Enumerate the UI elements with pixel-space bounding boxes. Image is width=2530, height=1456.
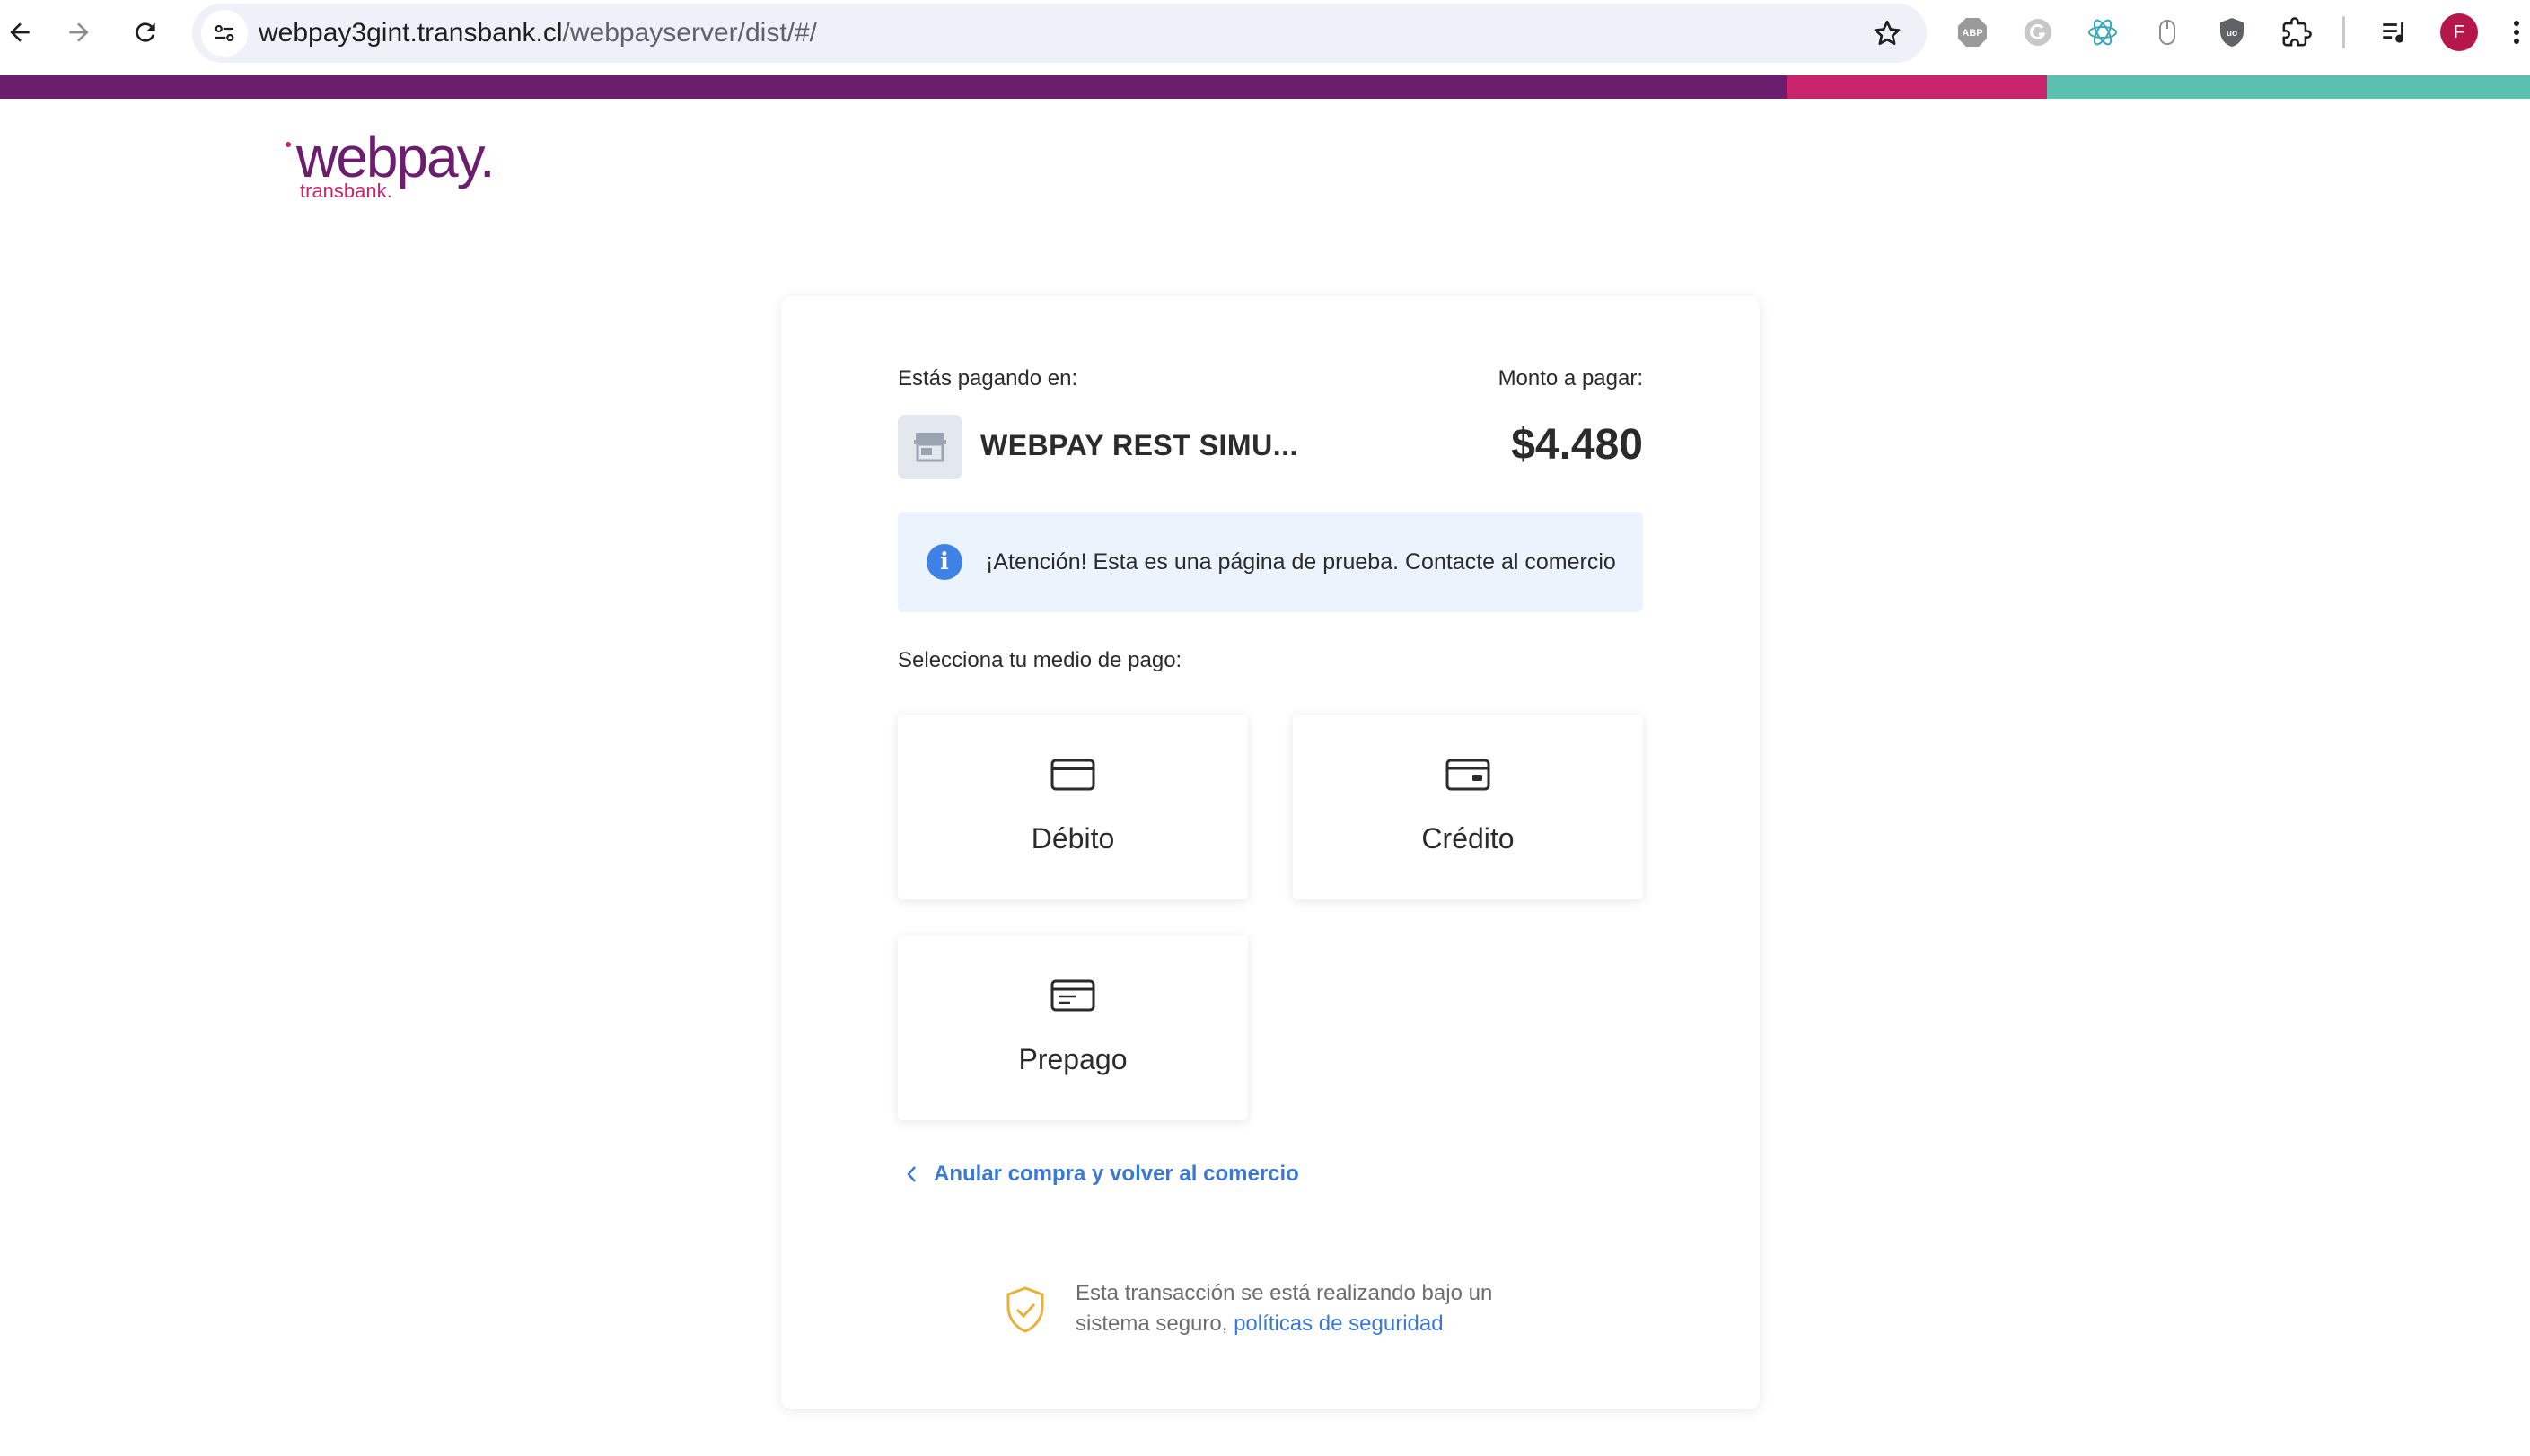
url-text: webpay3gint.transbank.cl/webpayserver/di… — [259, 18, 817, 48]
reload-icon — [136, 22, 155, 42]
back-button[interactable] — [0, 13, 40, 52]
logo-dot — [286, 142, 291, 147]
url-path: /webpayserver/dist/#/ — [562, 18, 818, 48]
alert-text: ¡Atención! Esta es una página de prueba.… — [986, 549, 1616, 575]
select-method-label: Selecciona tu medio de pago: — [898, 648, 1182, 672]
media-queue-icon[interactable] — [2376, 14, 2412, 50]
test-page-alert: i ¡Atención! Esta es una página de prueb… — [898, 512, 1643, 612]
prepaid-card-icon — [1050, 979, 1095, 1012]
browser-toolbar: webpay3gint.transbank.cl/webpayserver/di… — [0, 0, 2530, 75]
url-host: webpay3gint.transbank.cl — [259, 18, 563, 48]
webpay-logo: webpay. transbank. — [286, 126, 496, 206]
payment-option-label: Prepago — [1018, 1043, 1128, 1075]
security-policy-link[interactable]: políticas de seguridad — [1234, 1311, 1443, 1336]
arrow-left-icon — [10, 22, 30, 42]
arrow-right-icon — [69, 22, 89, 42]
payment-option-prepago[interactable]: Prepago — [898, 935, 1248, 1120]
mouse-icon[interactable] — [2149, 14, 2185, 50]
menu-kebab-icon[interactable] — [2503, 14, 2530, 50]
chevron-left-icon — [907, 1166, 916, 1182]
amount-value: $4.480 — [1511, 421, 1643, 469]
atom-icon[interactable] — [2085, 14, 2121, 50]
info-icon: i — [927, 544, 962, 580]
security-text: Esta transacción se está realizando bajo… — [1076, 1278, 1492, 1339]
forward-button[interactable] — [59, 13, 99, 52]
payment-option-credito[interactable]: Crédito — [1293, 715, 1643, 899]
payment-option-label: Débito — [1031, 822, 1115, 855]
store-icon — [898, 415, 962, 479]
security-text-line1: Esta transacción se está realizando bajo… — [1076, 1281, 1493, 1305]
reload-button[interactable] — [126, 13, 165, 52]
brand-band-pink — [1787, 75, 2047, 99]
bookmark-star-icon[interactable] — [1871, 17, 1903, 49]
logo-subtitle: transbank. — [300, 180, 392, 202]
shield-check-icon — [1006, 1286, 1044, 1333]
amount-label: Monto a pagar: — [1498, 366, 1643, 390]
abp-label: ABP — [1962, 28, 1982, 39]
ublock-icon[interactable]: uo — [2214, 14, 2250, 50]
debit-card-icon — [1050, 759, 1095, 791]
credit-card-icon — [1445, 759, 1490, 791]
svg-text:uo: uo — [2227, 29, 2237, 39]
merchant-name: WEBPAY REST SIMU... — [980, 429, 1298, 461]
paying-label: Estás pagando en: — [898, 366, 1078, 390]
payment-card: Estás pagando en: Monto a pagar: WEBPAY … — [781, 296, 1760, 1409]
address-bar[interactable]: webpay3gint.transbank.cl/webpayserver/di… — [192, 4, 1927, 63]
site-info-button[interactable] — [201, 10, 248, 57]
brand-band-teal — [2047, 75, 2530, 99]
profile-avatar[interactable]: F — [2440, 13, 2478, 51]
toolbar-divider — [2342, 16, 2345, 48]
security-notice: Esta transacción se está realizando bajo… — [1004, 1278, 1560, 1350]
payment-option-debito[interactable]: Débito — [898, 715, 1248, 899]
brand-band-purple — [0, 75, 1787, 99]
security-text-line2: sistema seguro, — [1076, 1311, 1228, 1336]
puzzle-extensions-icon[interactable] — [2279, 14, 2315, 50]
tune-icon — [215, 24, 234, 42]
grammar-icon[interactable] — [2020, 14, 2056, 50]
adblock-plus-icon[interactable]: ABP — [1955, 14, 1990, 50]
cancel-purchase-text: Anular compra y volver al comercio — [934, 1162, 1299, 1186]
payment-option-label: Crédito — [1421, 822, 1515, 855]
cancel-purchase-link[interactable]: Anular compra y volver al comercio — [905, 1158, 1299, 1190]
